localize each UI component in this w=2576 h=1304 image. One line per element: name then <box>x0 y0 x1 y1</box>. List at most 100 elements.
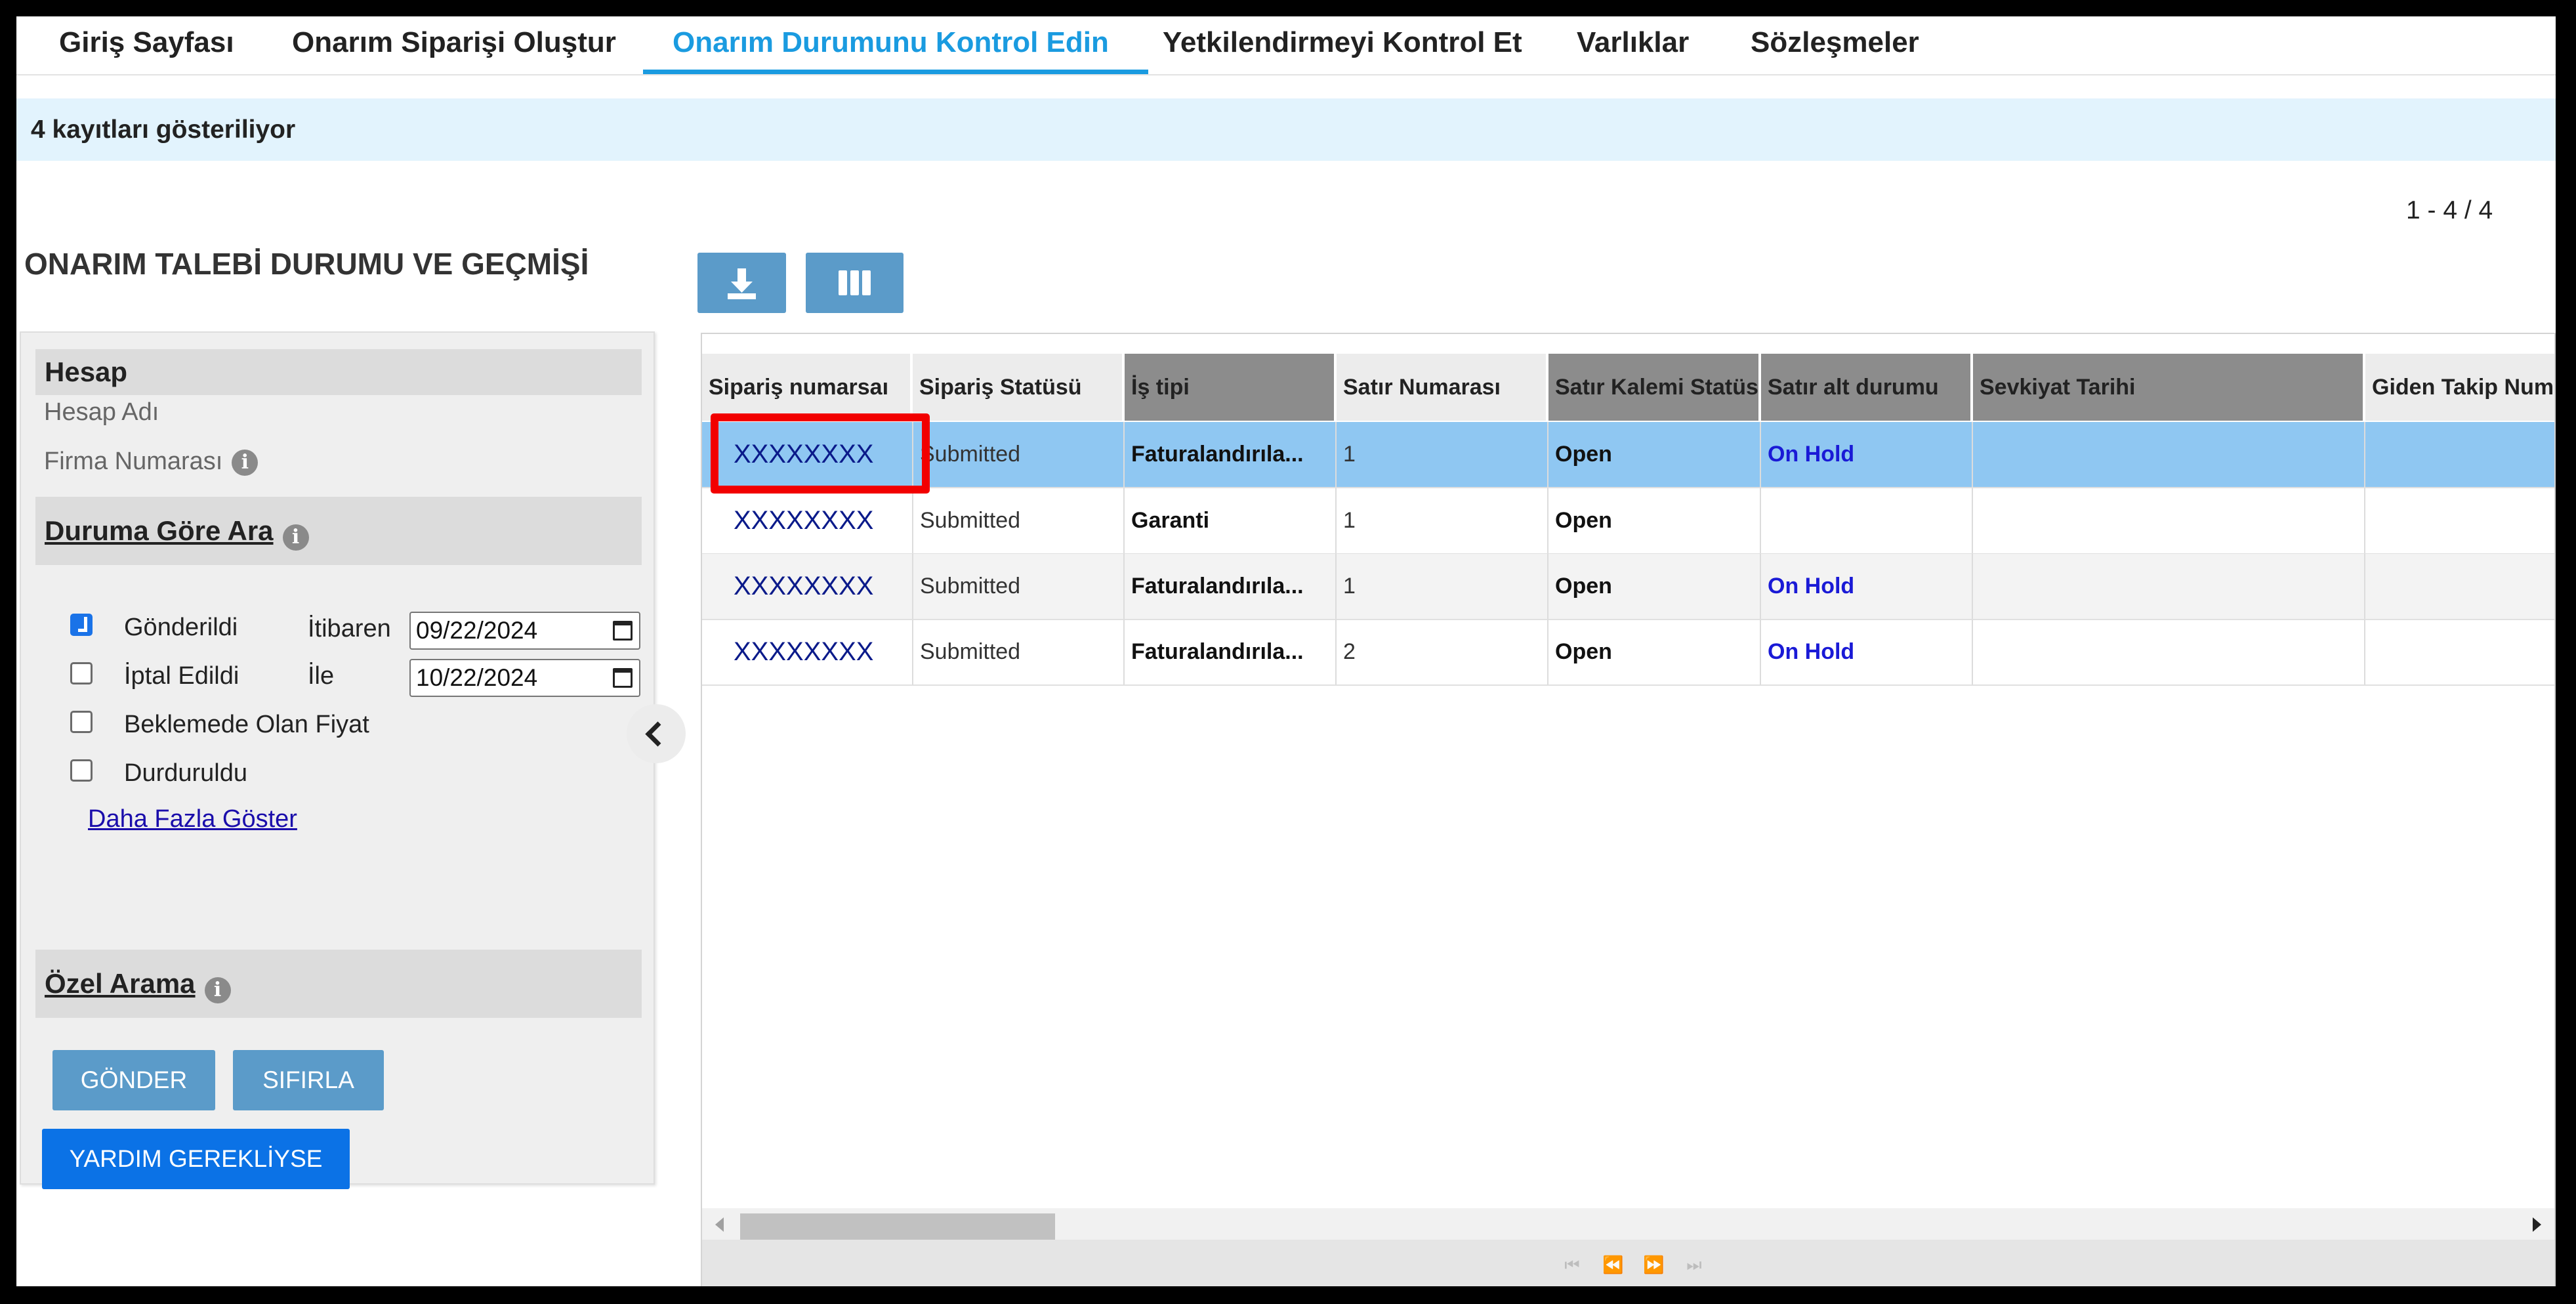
column-header-order-status[interactable]: Sipariş Statüsü <box>913 354 1124 421</box>
grid-header-row: Sipariş numarsaı Sipariş Statüsü İş tipi… <box>702 354 2554 421</box>
order-number-cell[interactable]: XXXXXXXX <box>702 422 913 487</box>
tab-create-repair-order[interactable]: Onarım Siparişi Oluştur <box>292 16 616 74</box>
line-status-cell: Open <box>1548 488 1761 553</box>
account-section-title: Hesap <box>45 356 128 387</box>
custom-search-title[interactable]: Özel Arama <box>45 968 196 999</box>
order-status-cell: Submitted <box>913 554 1125 619</box>
line-sub-status-cell: On Hold <box>1761 620 1973 684</box>
tracking-number-cell <box>2365 620 2554 684</box>
checkbox-submitted-label: Gönderildi <box>124 614 238 641</box>
status-search-header: Duruma Göre Ara i <box>35 497 642 565</box>
status-search-title[interactable]: Duruma Göre Ara <box>45 515 274 546</box>
page-title: ONARIM TALEBİ DURUMU VE GEÇMİŞİ <box>24 247 589 281</box>
order-status-cell: Submitted <box>913 620 1125 684</box>
previous-page-icon[interactable]: ⏪ <box>1602 1257 1623 1274</box>
scroll-left-icon[interactable] <box>715 1217 724 1232</box>
help-button[interactable]: YARDIM GEREKLİYSE <box>42 1129 350 1189</box>
checkbox-cancelled[interactable] <box>70 662 93 684</box>
column-header-line-sub-status[interactable]: Satır alt durumu <box>1761 354 1972 421</box>
calendar-icon[interactable] <box>613 668 633 688</box>
column-header-order-number[interactable]: Sipariş numarsaı <box>702 354 912 421</box>
reset-button[interactable]: SIFIRLA <box>233 1050 384 1110</box>
account-name-label: Hesap Adı <box>44 398 159 426</box>
info-icon[interactable]: i <box>232 449 259 476</box>
to-date-input[interactable]: 10/22/2024 <box>409 659 640 697</box>
tab-check-authorization[interactable]: Yetkilendirmeyi Kontrol Et <box>1163 16 1522 74</box>
info-icon[interactable]: i <box>282 524 309 551</box>
line-number-cell: 1 <box>1337 488 1548 553</box>
top-navigation: Giriş Sayfası Onarım Siparişi Oluştur On… <box>16 16 2556 75</box>
columns-button[interactable] <box>806 253 904 313</box>
horizontal-scrollbar[interactable] <box>702 1208 2554 1241</box>
tracking-number-cell <box>2365 422 2554 487</box>
line-number-cell: 1 <box>1337 422 1548 487</box>
collapse-panel-button[interactable] <box>627 704 686 763</box>
ship-date-cell <box>1973 620 2365 684</box>
scroll-right-icon[interactable] <box>2533 1217 2541 1232</box>
order-status-cell: Submitted <box>913 488 1125 553</box>
custom-search-header: Özel Arama i <box>35 950 642 1018</box>
from-date-input[interactable]: 09/22/2024 <box>409 612 640 650</box>
show-more-link[interactable]: Daha Fazla Göster <box>88 805 297 833</box>
account-section-header: Hesap <box>35 349 642 395</box>
calendar-icon[interactable] <box>613 621 633 641</box>
line-sub-status-cell: On Hold <box>1761 422 1973 487</box>
filter-panel: Hesap Hesap Adı Firma Numarası i Duruma G… <box>20 331 655 1189</box>
ship-date-cell <box>1973 422 2365 487</box>
tab-assets[interactable]: Varlıklar <box>1577 16 1689 74</box>
line-status-cell: Open <box>1548 554 1761 619</box>
line-sub-status-cell <box>1761 488 1973 553</box>
checkbox-submitted[interactable] <box>70 614 93 636</box>
grid-pager: ⏮ ⏪ ⏩ ⏭ <box>702 1240 2554 1286</box>
checkbox-stopped[interactable] <box>70 759 93 782</box>
line-sub-status-cell: On Hold <box>1761 554 1973 619</box>
column-header-tracking-number[interactable]: Giden Takip Numarası <box>2365 354 2554 421</box>
last-page-icon[interactable]: ⏭ <box>1684 1257 1705 1274</box>
next-page-icon[interactable]: ⏩ <box>1643 1257 1664 1274</box>
table-row[interactable]: XXXXXXXX Submitted Faturalandırıla... 1 … <box>702 554 2554 620</box>
records-info-bar: 4 kayıtları gösteriliyor <box>16 98 2556 161</box>
tracking-number-cell <box>2365 488 2554 553</box>
order-status-cell: Submitted <box>913 422 1125 487</box>
order-number-cell[interactable]: XXXXXXXX <box>702 554 913 619</box>
submit-button[interactable]: GÖNDER <box>52 1050 215 1110</box>
line-status-cell: Open <box>1548 422 1761 487</box>
table-row[interactable]: XXXXXXXX Submitted Garanti 1 Open <box>702 488 2554 555</box>
job-type-cell: Faturalandırıla... <box>1125 554 1337 619</box>
order-number-cell[interactable]: XXXXXXXX <box>702 620 913 684</box>
checkbox-stopped-label: Durduruldu <box>124 759 247 787</box>
job-type-cell: Garanti <box>1125 488 1337 553</box>
tab-contracts[interactable]: Sözleşmeler <box>1751 16 1919 74</box>
table-row[interactable]: XXXXXXXX Submitted Faturalandırıla... 2 … <box>702 620 2554 686</box>
tracking-number-cell <box>2365 554 2554 619</box>
from-date-value: 09/22/2024 <box>416 617 538 644</box>
tab-home[interactable]: Giriş Sayfası <box>59 16 234 74</box>
chevron-left-icon <box>645 721 671 747</box>
download-button[interactable] <box>697 253 786 313</box>
column-header-line-item-status[interactable]: Satır Kalemi Statüsü <box>1548 354 1760 421</box>
order-number-cell[interactable]: XXXXXXXX <box>702 488 913 553</box>
scrollbar-thumb[interactable] <box>740 1213 1055 1241</box>
from-date-label: İtibaren <box>308 615 391 642</box>
app-frame: Giriş Sayfası Onarım Siparişi Oluştur On… <box>16 16 2556 1286</box>
checkbox-cancelled-label: İptal Edildi <box>124 662 239 690</box>
checkbox-pending-price-label: Beklemede Olan Fiyat <box>124 711 369 738</box>
ship-date-cell <box>1973 554 2365 619</box>
to-date-value: 10/22/2024 <box>416 664 538 691</box>
job-type-cell: Faturalandırıla... <box>1125 422 1337 487</box>
repair-orders-grid: Sipariş numarsaı Sipariş Statüsü İş tipi… <box>701 333 2556 1286</box>
column-header-job-type[interactable]: İş tipi <box>1125 354 1336 421</box>
job-type-cell: Faturalandırıla... <box>1125 620 1337 684</box>
tab-check-repair-status[interactable]: Onarım Durumunu Kontrol Edin <box>643 16 1148 74</box>
info-icon[interactable]: i <box>204 977 231 1003</box>
company-number-text: Firma Numarası <box>44 448 223 475</box>
column-header-ship-date[interactable]: Sevkiyat Tarihi <box>1973 354 2365 421</box>
line-status-cell: Open <box>1548 620 1761 684</box>
first-page-icon[interactable]: ⏮ <box>1562 1257 1583 1274</box>
column-header-line-number[interactable]: Satır Numarası <box>1337 354 1548 421</box>
table-row[interactable]: XXXXXXXX Submitted Faturalandırıla... 1 … <box>702 422 2554 488</box>
to-date-label: İle <box>308 662 335 690</box>
company-number-label: Firma Numarası i <box>44 448 259 476</box>
checkbox-pending-price[interactable] <box>70 711 93 733</box>
records-count-text: 4 kayıtları gösteriliyor <box>31 116 296 144</box>
